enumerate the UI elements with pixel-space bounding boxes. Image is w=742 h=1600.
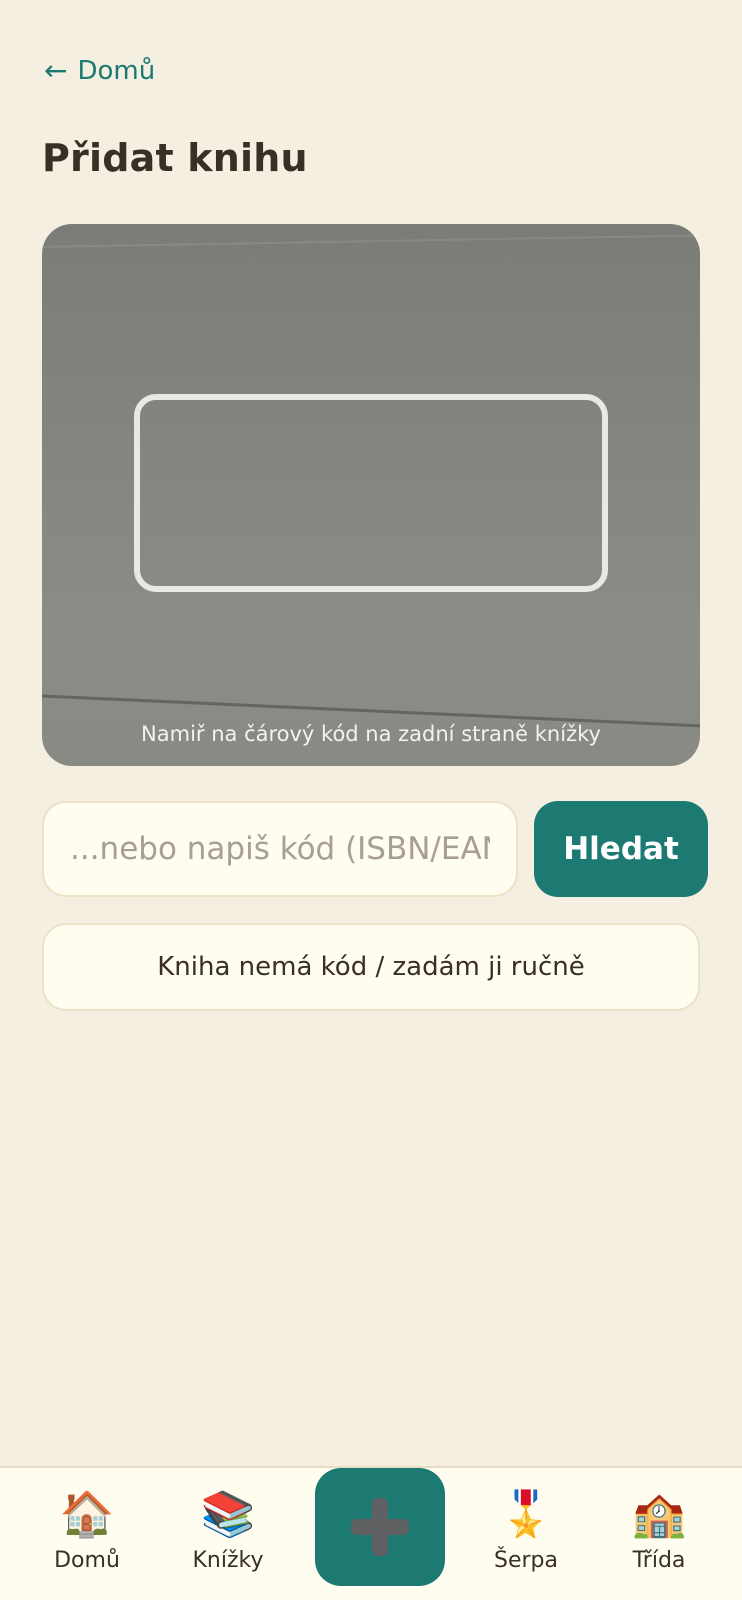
nav-item-label: Třída — [632, 1548, 686, 1573]
back-link-label: Domů — [77, 56, 156, 86]
isbn-input[interactable] — [42, 801, 518, 897]
add-book-screen: ← Domů Přidat knihu Namiř na čárový kód … — [0, 0, 742, 1600]
barcode-scanner-view[interactable]: Namiř na čárový kód na zadní straně kníž… — [42, 224, 700, 766]
manual-entry-button[interactable]: Kniha nemá kód / zadám ji ručně — [42, 923, 700, 1011]
house-icon: 🏠 — [59, 1489, 115, 1540]
school-icon: 🏫 — [631, 1489, 687, 1540]
medal-icon: 🎖️ — [498, 1489, 554, 1540]
nav-item-home[interactable]: 🏠 Domů — [27, 1488, 147, 1573]
scan-target-frame — [134, 394, 608, 592]
plus-icon — [351, 1498, 409, 1556]
page-title: Přidat knihu — [42, 136, 308, 180]
arrow-left-icon: ← — [44, 54, 68, 87]
nav-item-books[interactable]: 📚 Knížky — [168, 1488, 288, 1573]
scanner-hint: Namiř na čárový kód na zadní straně kníž… — [141, 722, 601, 746]
nav-item-label: Šerpa — [494, 1548, 558, 1573]
nav-item-award[interactable]: 🎖️ Šerpa — [466, 1488, 586, 1573]
search-button[interactable]: Hledat — [534, 801, 708, 897]
camera-feed-detail — [42, 234, 700, 248]
books-icon: 📚 — [200, 1489, 256, 1540]
nav-item-label: Domů — [54, 1548, 120, 1573]
back-link[interactable]: ← Domů — [44, 56, 155, 86]
nav-item-class[interactable]: 🏫 Třída — [599, 1488, 719, 1573]
add-book-nav-button[interactable] — [315, 1468, 445, 1586]
nav-item-label: Knížky — [192, 1548, 264, 1573]
